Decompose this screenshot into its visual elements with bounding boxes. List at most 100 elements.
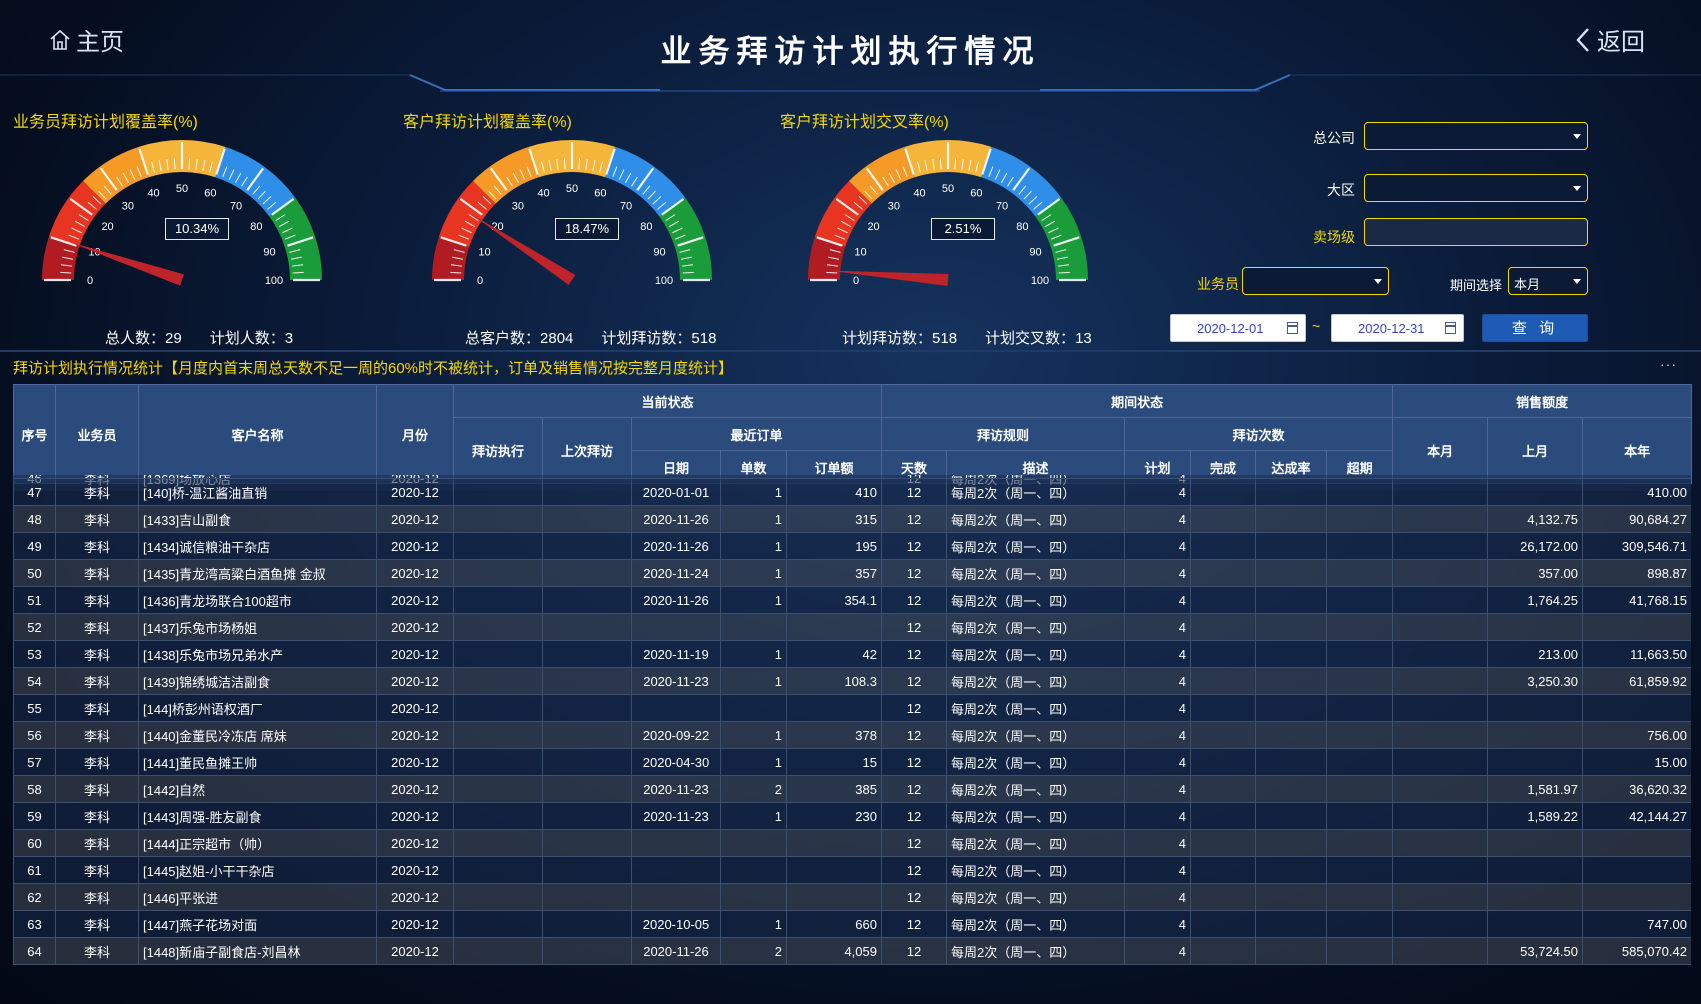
cell-visit-exec xyxy=(453,559,543,587)
cell-month: 2020-12 xyxy=(376,829,454,857)
table-row[interactable]: 60 李科 [1444]正宗超市（帅） 2020-12 12 每周2次（周一、四） 4 xyxy=(13,829,1691,857)
cell-order-date: 2020-04-30 xyxy=(631,748,721,776)
table-row[interactable]: 57 李科 [1441]董民鱼摊王帅 2020-12 2020-04-30 1 15 12 每周… xyxy=(13,748,1691,776)
cell-order-amount xyxy=(786,856,882,884)
table-row[interactable]: 63 李科 [1447]燕子花场对面 2020-12 2020-10-05 1 660 12 每… xyxy=(13,910,1691,938)
stat-plan: 计划人数：3 xyxy=(209,330,294,347)
date-to-input[interactable]: 2020-12-31 xyxy=(1331,314,1464,342)
cell-last-month: 1,589.22 xyxy=(1487,802,1583,830)
cell-desc: 每周2次（周一、四） xyxy=(946,586,1125,614)
col-seq[interactable]: 序号 xyxy=(13,384,56,484)
table-row[interactable]: 47 李科 [140]桥-温江酱油直销 2020-12 2020-01-01 1 410 12… xyxy=(13,478,1691,506)
back-link[interactable]: 返回 xyxy=(1575,22,1645,57)
cell-done xyxy=(1190,640,1256,668)
cell-seq: 52 xyxy=(13,613,56,641)
table-row[interactable]: 62 李科 [1446]平张进 2020-12 12 每周2次（周一、四） 4 xyxy=(13,883,1691,911)
cell-done xyxy=(1190,667,1256,695)
stat-total: 总客户数：2804 xyxy=(465,330,574,347)
cell-visit-exec xyxy=(453,478,543,506)
date-from-input[interactable]: 2020-12-01 xyxy=(1170,314,1306,342)
gauge-tick-label: 50 xyxy=(176,183,188,195)
table-row[interactable]: 50 李科 [1435]青龙湾高粱白酒鱼摊 金叔 2020-12 2020-11-24 1… xyxy=(13,559,1691,587)
cell-done xyxy=(1190,937,1256,965)
col-this-year[interactable]: 本年 xyxy=(1582,417,1693,484)
salesman-select[interactable] xyxy=(1242,267,1389,295)
cell-this-year: 898.87 xyxy=(1582,559,1691,587)
cell-order-count: 1 xyxy=(720,802,787,830)
cell-plan: 4 xyxy=(1124,721,1191,749)
gauge-tick-label: 90 xyxy=(263,247,275,259)
table-row[interactable]: 56 李科 [1440]金董民冷冻店 席妹 2020-12 2020-09-22 1 378… xyxy=(13,721,1691,749)
cell-rate xyxy=(1255,640,1327,668)
cell-exceed xyxy=(1326,775,1393,803)
cell-customer: [144]桥彭州语权酒厂 xyxy=(138,694,377,722)
cell-seq: 57 xyxy=(13,748,56,776)
region-label: 大区 xyxy=(1327,182,1355,198)
cell-order-amount xyxy=(786,613,882,641)
table-row[interactable]: 53 李科 [1438]乐兔市场兄弟水产 2020-12 2020-11-19 1 42 12… xyxy=(13,640,1691,668)
table-row[interactable]: 59 李科 [1443]周强-胜友副食 2020-12 2020-11-23 1 230 12… xyxy=(13,802,1691,830)
region-select[interactable] xyxy=(1364,174,1588,202)
cell-salesman: 李科 xyxy=(55,775,139,803)
cell-days: 12 xyxy=(881,667,947,695)
col-last-month[interactable]: 上月 xyxy=(1487,417,1584,484)
cell-order-count: 1 xyxy=(720,748,787,776)
cell-last-visit xyxy=(542,937,632,965)
cell-visit-exec xyxy=(453,829,543,857)
cell-done xyxy=(1190,559,1256,587)
cell-plan: 4 xyxy=(1124,694,1191,722)
col-salesman[interactable]: 业务员 xyxy=(55,384,139,484)
cell-days: 12 xyxy=(881,775,947,803)
gauge-tick-label: 60 xyxy=(204,188,216,200)
cell-customer: [1447]燕子花场对面 xyxy=(138,910,377,938)
cell-seq: 54 xyxy=(13,667,56,695)
cell-done xyxy=(1190,613,1256,641)
gauge-tick-label: 40 xyxy=(537,188,549,200)
query-button[interactable]: 查 询 xyxy=(1482,314,1588,342)
cell-salesman: 李科 xyxy=(55,613,139,641)
company-select[interactable] xyxy=(1364,122,1588,150)
col-this-month[interactable]: 本月 xyxy=(1392,417,1489,484)
period-select[interactable]: 本月 xyxy=(1508,267,1588,295)
cell-customer: [140]桥-温江酱油直销 xyxy=(138,478,377,506)
col-group-visit-rule: 拜访规则 xyxy=(881,417,1126,451)
cell-done xyxy=(1190,802,1256,830)
table-row[interactable]: 54 李科 [1439]锦绣城洁洁副食 2020-12 2020-11-23 1 108.3… xyxy=(13,667,1691,695)
cell-rate xyxy=(1255,829,1327,857)
col-month[interactable]: 月份 xyxy=(376,384,454,484)
col-visit-exec[interactable]: 拜访执行 xyxy=(453,417,543,484)
cell-order-amount: 385 xyxy=(786,775,882,803)
table-row[interactable]: 64 李科 [1448]新庙子副食店-刘昌林 2020-12 2020-11-26 2 4,… xyxy=(13,937,1691,965)
chevron-down-icon xyxy=(1374,279,1382,284)
cell-order-date: 2020-11-23 xyxy=(631,802,721,830)
gauge-tick xyxy=(1058,271,1070,274)
more-options-icon[interactable]: ··· xyxy=(1660,356,1677,372)
cell-customer: [1436]青龙场联合100超市 xyxy=(138,586,377,614)
gauge-tick-label: 10 xyxy=(478,247,490,259)
cell-order-count: 1 xyxy=(720,505,787,533)
cell-last-month xyxy=(1487,613,1583,641)
cell-done xyxy=(1190,910,1256,938)
cell-salesman: 李科 xyxy=(55,694,139,722)
table-row[interactable]: 55 李科 [144]桥彭州语权酒厂 2020-12 12 每周2次（周一、四） 4 xyxy=(13,694,1691,722)
cell-order-amount: 660 xyxy=(786,910,882,938)
cell-month: 2020-12 xyxy=(376,883,454,911)
cell-visit-exec xyxy=(453,775,543,803)
table-row[interactable]: 58 李科 [1442]自然 2020-12 2020-11-23 2 385 12 每周2次（… xyxy=(13,775,1691,803)
cell-plan: 4 xyxy=(1124,586,1191,614)
table-scroll-area[interactable]: 47 李科 [140]桥-温江酱油直销 2020-12 2020-01-01 1 410 12… xyxy=(13,478,1691,982)
col-last-visit[interactable]: 上次拜访 xyxy=(542,417,632,484)
gauge-tick xyxy=(954,158,957,170)
gauge-tick-label: 90 xyxy=(653,247,665,259)
cell-rate xyxy=(1255,883,1327,911)
gauge-title: 客户拜访计划覆盖率(%) xyxy=(403,114,572,131)
cell-done xyxy=(1190,775,1256,803)
table-row[interactable]: 52 李科 [1437]乐兔市场杨姐 2020-12 12 每周2次（周一、四） 4 xyxy=(13,613,1691,641)
table-row[interactable]: 51 李科 [1436]青龙场联合100超市 2020-12 2020-11-26 1 35… xyxy=(13,586,1691,614)
table-row[interactable]: 49 李科 [1434]诚信粮油干杂店 2020-12 2020-11-26 1 195 12… xyxy=(13,532,1691,560)
table-row[interactable]: 61 李科 [1445]赵姐-小干干杂店 2020-12 12 每周2次（周一、四） 4 xyxy=(13,856,1691,884)
cell-days: 12 xyxy=(881,856,947,884)
col-customer[interactable]: 客户名称 xyxy=(138,384,377,484)
table-row[interactable]: 48 李科 [1433]吉山副食 2020-12 2020-11-26 1 315 12 每周2… xyxy=(13,505,1691,533)
store-level-input[interactable] xyxy=(1364,218,1588,246)
